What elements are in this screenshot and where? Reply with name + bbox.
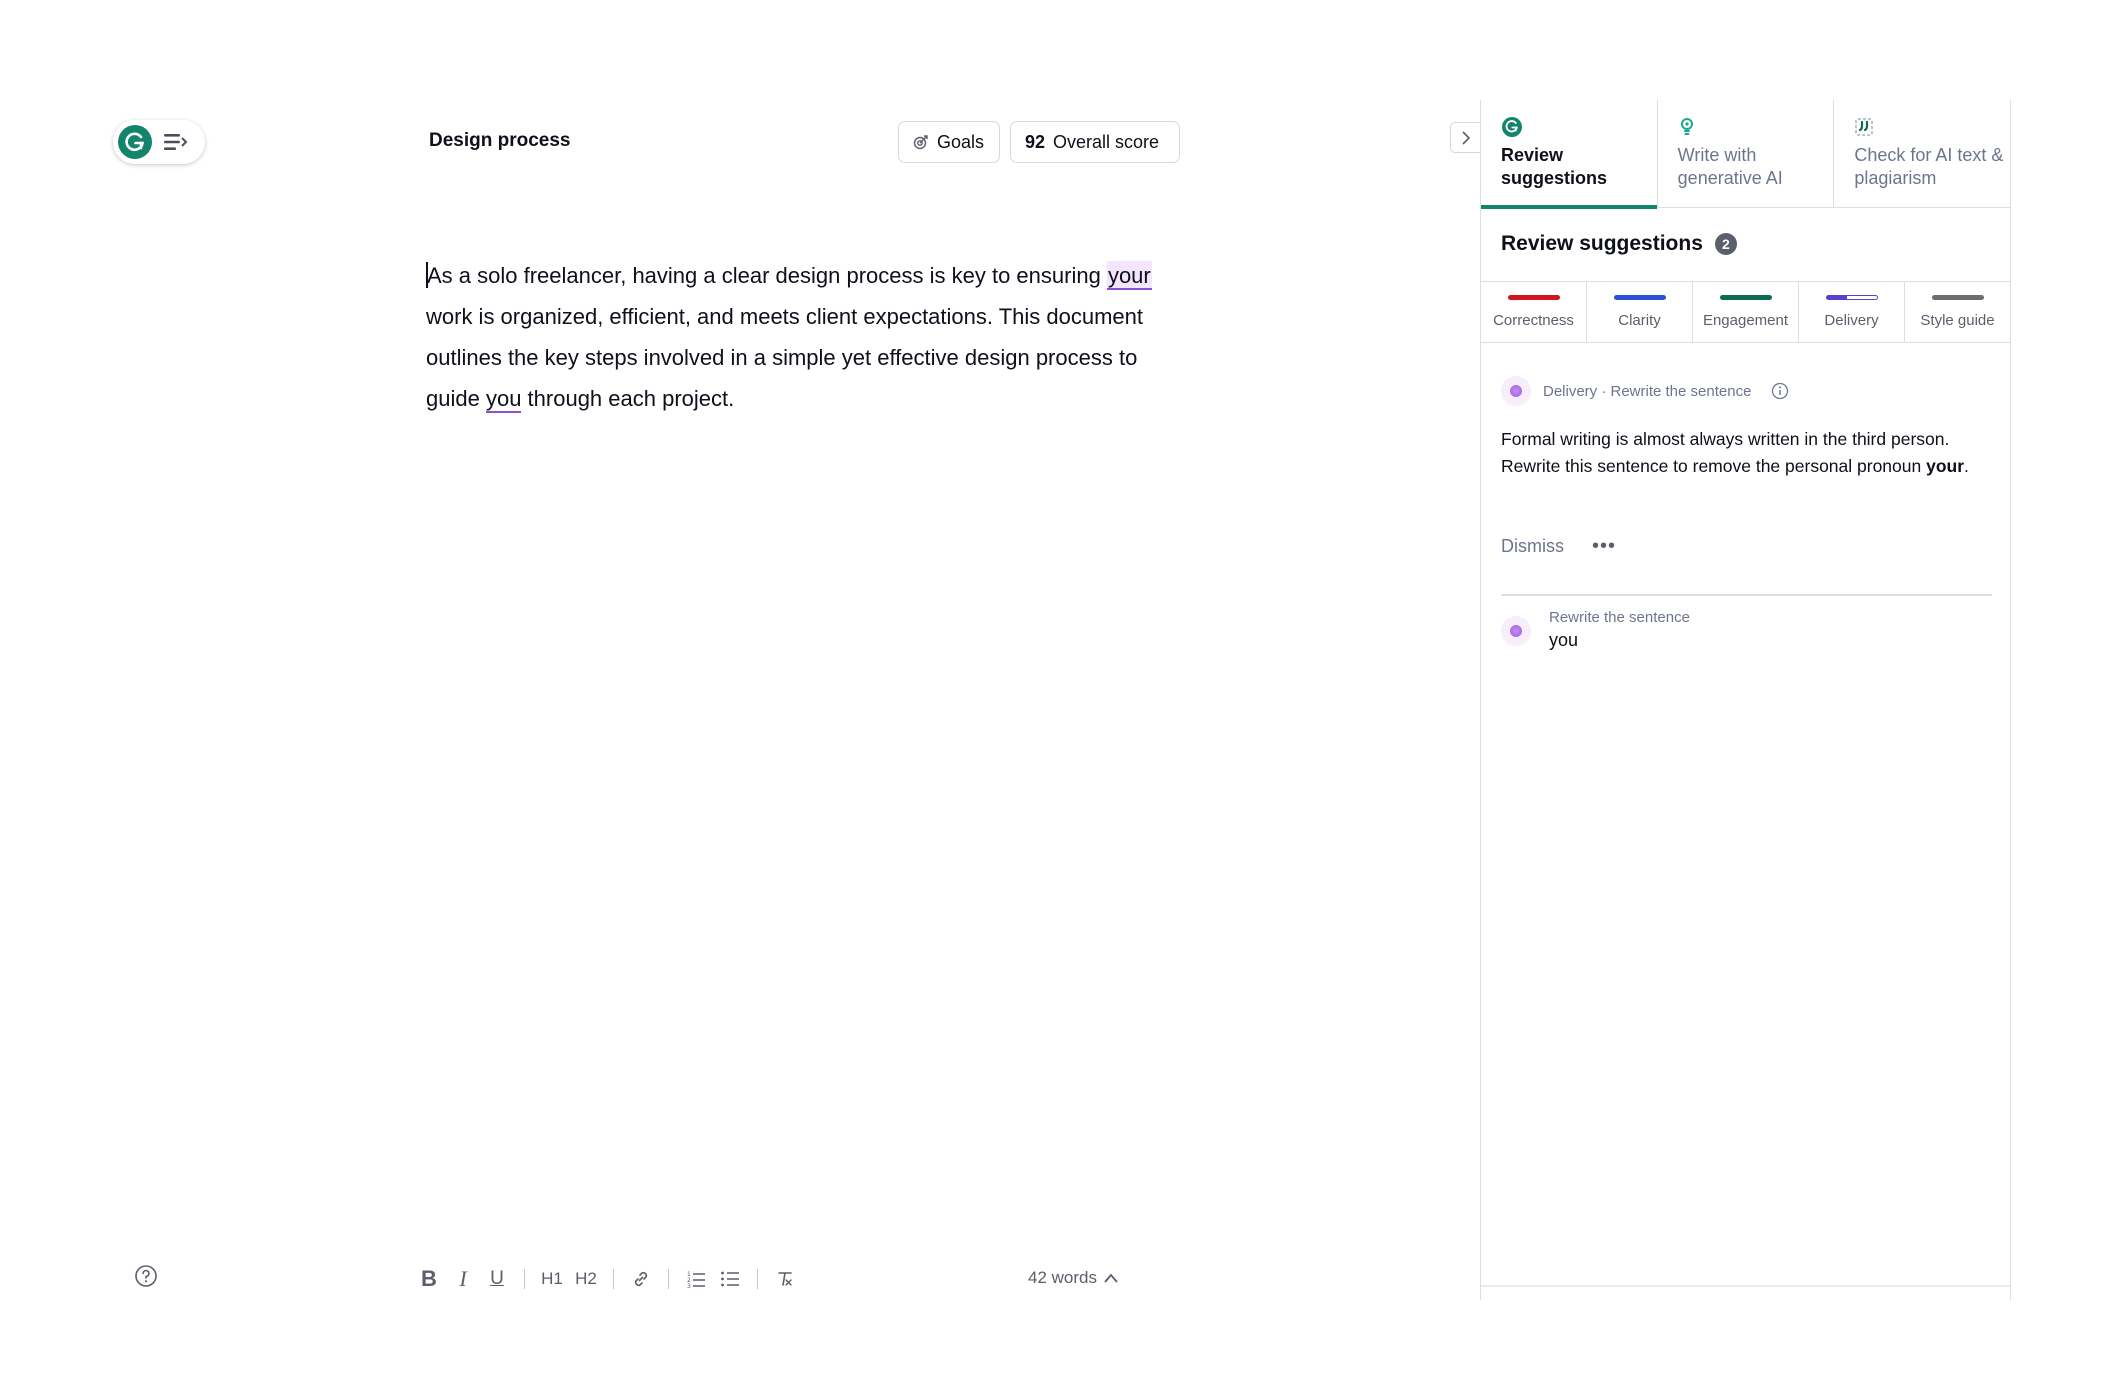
toolbar-divider [757,1269,758,1289]
toolbar-divider [613,1269,614,1289]
score-value: 92 [1025,131,1046,152]
category-label: Delivery [1824,312,1879,329]
category-delivery[interactable]: Delivery [1799,282,1905,342]
score-label: Overall score [1053,131,1160,152]
tab-write-generative-ai[interactable]: Write with generative AI [1658,100,1835,207]
quote-icon [1855,118,1873,136]
panel-tabs: Review suggestions Write with generative… [1481,100,2010,209]
document-menu-icon[interactable] [162,130,190,154]
tab-label: Write with generative AI [1677,145,1783,188]
delivery-dot-icon [1501,616,1531,646]
suggestion-explanation: Formal writing is almost always written … [1501,429,1969,476]
suggestion-item-word: you [1549,630,1579,650]
suggestion-category-label: Delivery · Rewrite the sentence [1543,382,1752,400]
category-style-guide[interactable]: Style guide [1905,282,2010,342]
body-text-3: through each project. [521,386,735,411]
tab-review-suggestions[interactable]: Review suggestions [1481,100,1658,209]
italic-button[interactable]: I [446,1264,480,1294]
clear-formatting-icon [778,1272,792,1286]
category-correctness[interactable]: Correctness [1481,282,1587,342]
help-icon[interactable] [134,1264,158,1288]
collapse-panel-button[interactable] [1450,122,1481,153]
link-icon [634,1271,648,1287]
suggestion-item-text: Rewrite the sentence you [1549,608,1690,652]
goals-button[interactable]: Goals [898,121,1000,163]
category-bar [1719,295,1772,300]
review-suggestions-title: Review suggestions [1501,232,1703,255]
underline-button[interactable]: U [480,1264,514,1294]
grammarly-logo-icon[interactable] [118,125,152,159]
panel-bottom-divider [1481,1285,2010,1287]
delivery-dot-icon [1501,376,1531,406]
suggestion-actions: Dismiss ••• [1501,535,1616,558]
tab-label: Review suggestions [1501,145,1608,188]
heading-2-button[interactable]: H2 [569,1264,603,1294]
bulleted-list-button[interactable] [713,1264,747,1294]
heading-1-button[interactable]: H1 [535,1264,569,1294]
numbered-list-button[interactable]: 1 2 3 [679,1264,713,1294]
body-text-1: As a solo freelancer, having a clear des… [427,263,1107,288]
svg-text:3: 3 [687,1283,691,1289]
numbered-list-icon: 1 2 3 [687,1271,705,1289]
bulleted-list-icon [721,1271,739,1287]
more-options-icon[interactable]: ••• [1592,535,1616,558]
category-engagement[interactable]: Engagement [1693,282,1799,342]
category-label: Engagement [1702,312,1789,329]
card-divider [1501,594,1992,596]
category-bar [1613,295,1666,300]
review-suggestions-heading: Review suggestions 2 [1501,232,1737,256]
suggestion-card-meta: Delivery · Rewrite the sentence [1501,376,1789,406]
suggestion-count-badge: 2 [1714,233,1737,255]
assistant-panel: Review suggestions Write with generative… [1480,100,2011,1300]
category-label: Clarity [1618,312,1661,329]
bold-button[interactable]: B [412,1264,446,1294]
tab-label: Check for AI text & plagiarism [1854,145,2004,188]
flagged-word-your[interactable]: your [1106,261,1152,290]
goals-label: Goals [937,131,985,152]
category-bar [1507,295,1560,300]
word-count-label: 42 words [1028,1268,1097,1287]
suggestion-item-subtitle: Rewrite the sentence [1549,609,1690,626]
tab-check-ai-plagiarism[interactable]: Check for AI text & plagiarism [1834,100,2010,207]
link-button[interactable] [624,1264,658,1294]
info-icon[interactable] [1771,382,1789,400]
word-count-button[interactable]: 42 words [1028,1268,1119,1288]
category-label: Correctness [1493,312,1574,329]
toolbar-divider [668,1269,669,1289]
category-filters: Correctness Clarity Engagement Delivery … [1481,281,2010,343]
dismiss-button[interactable]: Dismiss [1501,536,1564,557]
chevron-right-icon [1462,130,1471,145]
target-icon [913,135,928,150]
category-clarity[interactable]: Clarity [1587,282,1693,342]
flagged-word-you[interactable]: you [485,386,522,413]
suggestion-item-collapsed[interactable]: Rewrite the sentence you [1501,608,1690,652]
category-bar [1931,295,1984,300]
highlighted-pronoun: your [1926,456,1965,476]
formatting-toolbar: B I U H1 H2 1 2 3 [412,1264,802,1294]
overall-score-button[interactable]: 92 Overall score [1010,121,1180,163]
toolbar-divider [524,1269,525,1289]
category-label: Style guide [1920,312,1995,329]
grammarly-g-icon [1502,117,1522,137]
lightbulb-icon [1680,118,1693,135]
category-bar [1825,295,1878,300]
clear-formatting-button[interactable] [768,1264,802,1294]
chevron-up-icon [1104,1273,1118,1283]
document-body[interactable]: As a solo freelancer, having a clear des… [426,255,1196,419]
document-title[interactable]: Design process [429,130,571,152]
grammarly-logo-pill[interactable] [113,120,205,164]
